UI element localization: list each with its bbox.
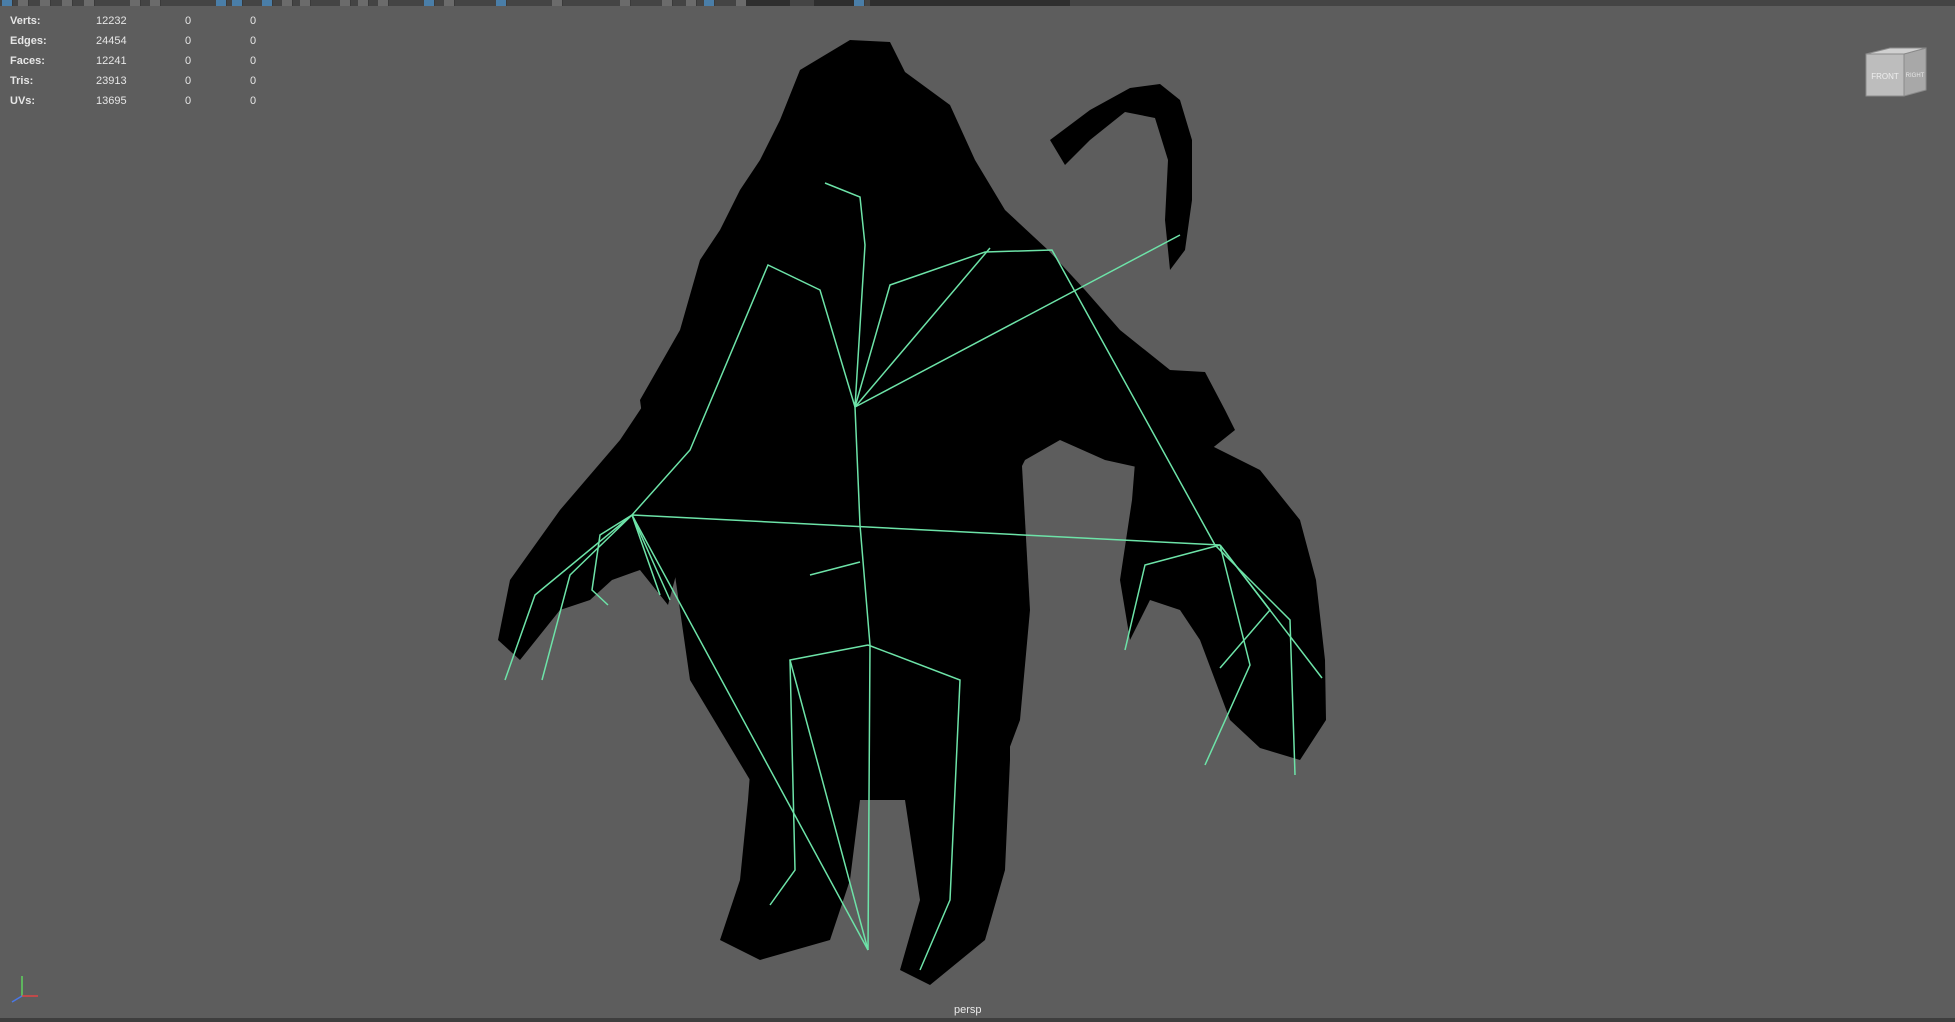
hud-selected: 0 (185, 35, 192, 47)
hud-component: 0 (250, 55, 257, 67)
hud-component: 0 (250, 15, 257, 27)
hud-label: Faces: (10, 55, 45, 67)
hud-label: Edges: (10, 35, 47, 47)
camera-name-label: persp (954, 1004, 982, 1016)
hud-total: 13695 (96, 95, 127, 107)
hud-selected: 0 (185, 15, 192, 27)
hud-selected: 0 (185, 55, 192, 67)
hud-total: 23913 (96, 75, 127, 87)
hud-component: 0 (250, 75, 257, 87)
hud-label: Tris: (10, 75, 34, 87)
mesh-silhouette[interactable] (498, 40, 1326, 985)
hud-total: 12232 (96, 15, 127, 27)
viewport-bottom-border (0, 1018, 1955, 1022)
hud-total: 24454 (96, 35, 127, 47)
hud-component: 0 (250, 35, 257, 47)
view-cube-right-label[interactable]: RIGHT (1906, 73, 1925, 79)
axis-gizmo-icon (11, 976, 38, 1003)
view-cube-icon[interactable]: FRONT RIGHT (1864, 46, 1928, 102)
hud-selected: 0 (185, 75, 192, 87)
perspective-viewport[interactable]: Verts: 12232 0 0 Edges: 24454 0 0 Faces:… (0, 6, 1955, 1018)
hud-selected: 0 (185, 95, 192, 107)
view-cube-front-label[interactable]: FRONT (1871, 72, 1899, 81)
hud-label: UVs: (10, 95, 36, 107)
hud-total: 12241 (96, 55, 127, 67)
hud-component: 0 (250, 95, 257, 107)
scene-canvas[interactable] (0, 6, 1955, 1018)
hud-label: Verts: (10, 15, 41, 27)
